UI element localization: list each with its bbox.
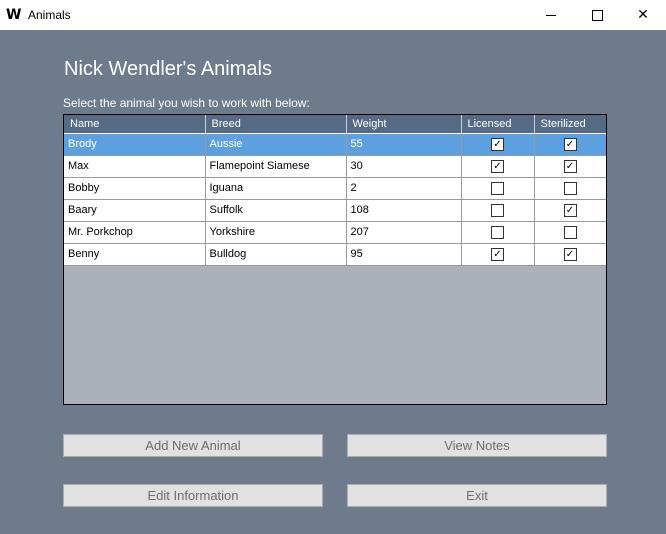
cell-licensed: ✓ <box>461 243 535 266</box>
cell-sterilized: ✓ <box>534 133 606 156</box>
column-header-sterilized[interactable]: Sterilized <box>534 115 606 134</box>
cell-licensed <box>461 221 535 244</box>
licensed-checkbox[interactable] <box>491 203 504 217</box>
cell-breed[interactable]: Yorkshire <box>205 221 347 244</box>
edit-information-button[interactable]: Edit Information <box>63 484 323 507</box>
cell-weight[interactable]: 207 <box>346 221 462 244</box>
title-bar[interactable]: W Animals ✕ <box>0 0 666 30</box>
minimize-icon <box>546 14 556 16</box>
cell-name[interactable]: Baary <box>64 199 206 222</box>
header-row: Name Breed Weight Licensed Sterilized <box>64 115 606 134</box>
exit-button[interactable]: Exit <box>347 484 607 507</box>
cell-licensed <box>461 177 535 200</box>
column-header-licensed[interactable]: Licensed <box>461 115 535 134</box>
cell-weight[interactable]: 30 <box>346 155 462 178</box>
sterilized-checkbox[interactable]: ✓ <box>563 247 577 261</box>
cell-licensed <box>461 199 535 222</box>
cell-breed[interactable]: Bulldog <box>205 243 347 266</box>
cell-name[interactable]: Bobby <box>64 177 206 200</box>
licensed-checkbox[interactable] <box>491 181 504 195</box>
table-row[interactable]: Mr. Porkchop Yorkshire 207 <box>64 221 606 244</box>
cell-weight[interactable]: 95 <box>346 243 462 266</box>
cell-name[interactable]: Mr. Porkchop <box>64 221 206 244</box>
table-row[interactable]: Brody Aussie 55 ✓ ✓ <box>64 133 606 156</box>
maximize-icon <box>591 9 603 21</box>
cell-licensed: ✓ <box>461 155 535 178</box>
cell-breed[interactable]: Flamepoint Siamese <box>205 155 347 178</box>
sterilized-checkbox[interactable]: ✓ <box>563 159 577 173</box>
table-row[interactable]: Max Flamepoint Siamese 30 ✓ ✓ <box>64 155 606 178</box>
cell-sterilized: ✓ <box>534 155 606 178</box>
column-header-name[interactable]: Name <box>64 115 206 134</box>
cell-name[interactable]: Brody <box>64 133 206 156</box>
add-new-animal-button[interactable]: Add New Animal <box>63 434 323 457</box>
window-title: Animals <box>28 8 71 22</box>
cell-weight[interactable]: 108 <box>346 199 462 222</box>
table-row[interactable]: Baary Suffolk 108 ✓ <box>64 199 606 222</box>
licensed-checkbox[interactable]: ✓ <box>491 247 504 261</box>
maximize-button[interactable] <box>574 0 620 30</box>
column-header-breed[interactable]: Breed <box>205 115 347 134</box>
app-icon: W <box>6 7 22 23</box>
cell-sterilized: ✓ <box>534 199 606 222</box>
licensed-checkbox[interactable]: ✓ <box>491 137 504 151</box>
page-title: Nick Wendler's Animals <box>64 58 272 80</box>
licensed-checkbox[interactable]: ✓ <box>491 159 504 173</box>
cell-licensed: ✓ <box>461 133 535 156</box>
cell-name[interactable]: Max <box>64 155 206 178</box>
cell-sterilized: ✓ <box>534 243 606 266</box>
cell-breed[interactable]: Aussie <box>205 133 347 156</box>
cell-weight[interactable]: 2 <box>346 177 462 200</box>
animals-grid[interactable]: Name Breed Weight Licensed Sterilized Br… <box>63 114 607 405</box>
close-button[interactable]: ✕ <box>620 0 666 30</box>
cell-name[interactable]: Benny <box>64 243 206 266</box>
view-notes-button[interactable]: View Notes <box>347 434 607 457</box>
minimize-button[interactable] <box>528 0 574 30</box>
grid-body: Brody Aussie 55 ✓ ✓ Max Flamepoint Siamese 30 ✓ ✓… <box>64 133 606 266</box>
cell-breed[interactable]: Iguana <box>205 177 347 200</box>
cell-weight[interactable]: 55 <box>346 133 462 156</box>
sterilized-checkbox[interactable] <box>563 181 577 195</box>
close-icon: ✕ <box>637 7 649 23</box>
sterilized-checkbox[interactable] <box>563 225 577 239</box>
table-row[interactable]: Bobby Iguana 2 <box>64 177 606 200</box>
cell-breed[interactable]: Suffolk <box>205 199 347 222</box>
cell-sterilized <box>534 177 606 200</box>
licensed-checkbox[interactable] <box>491 225 504 239</box>
cell-sterilized <box>534 221 606 244</box>
sterilized-checkbox[interactable]: ✓ <box>563 137 577 151</box>
sterilized-checkbox[interactable]: ✓ <box>563 203 577 217</box>
column-header-weight[interactable]: Weight <box>346 115 462 134</box>
table-row[interactable]: Benny Bulldog 95 ✓ ✓ <box>64 243 606 266</box>
instruction-text: Select the animal you wish to work with … <box>63 96 310 110</box>
animals-table: Name Breed Weight Licensed Sterilized Br… <box>64 115 606 266</box>
animals-window: W Animals ✕ Nick Wendler's Animals Selec… <box>0 0 666 534</box>
